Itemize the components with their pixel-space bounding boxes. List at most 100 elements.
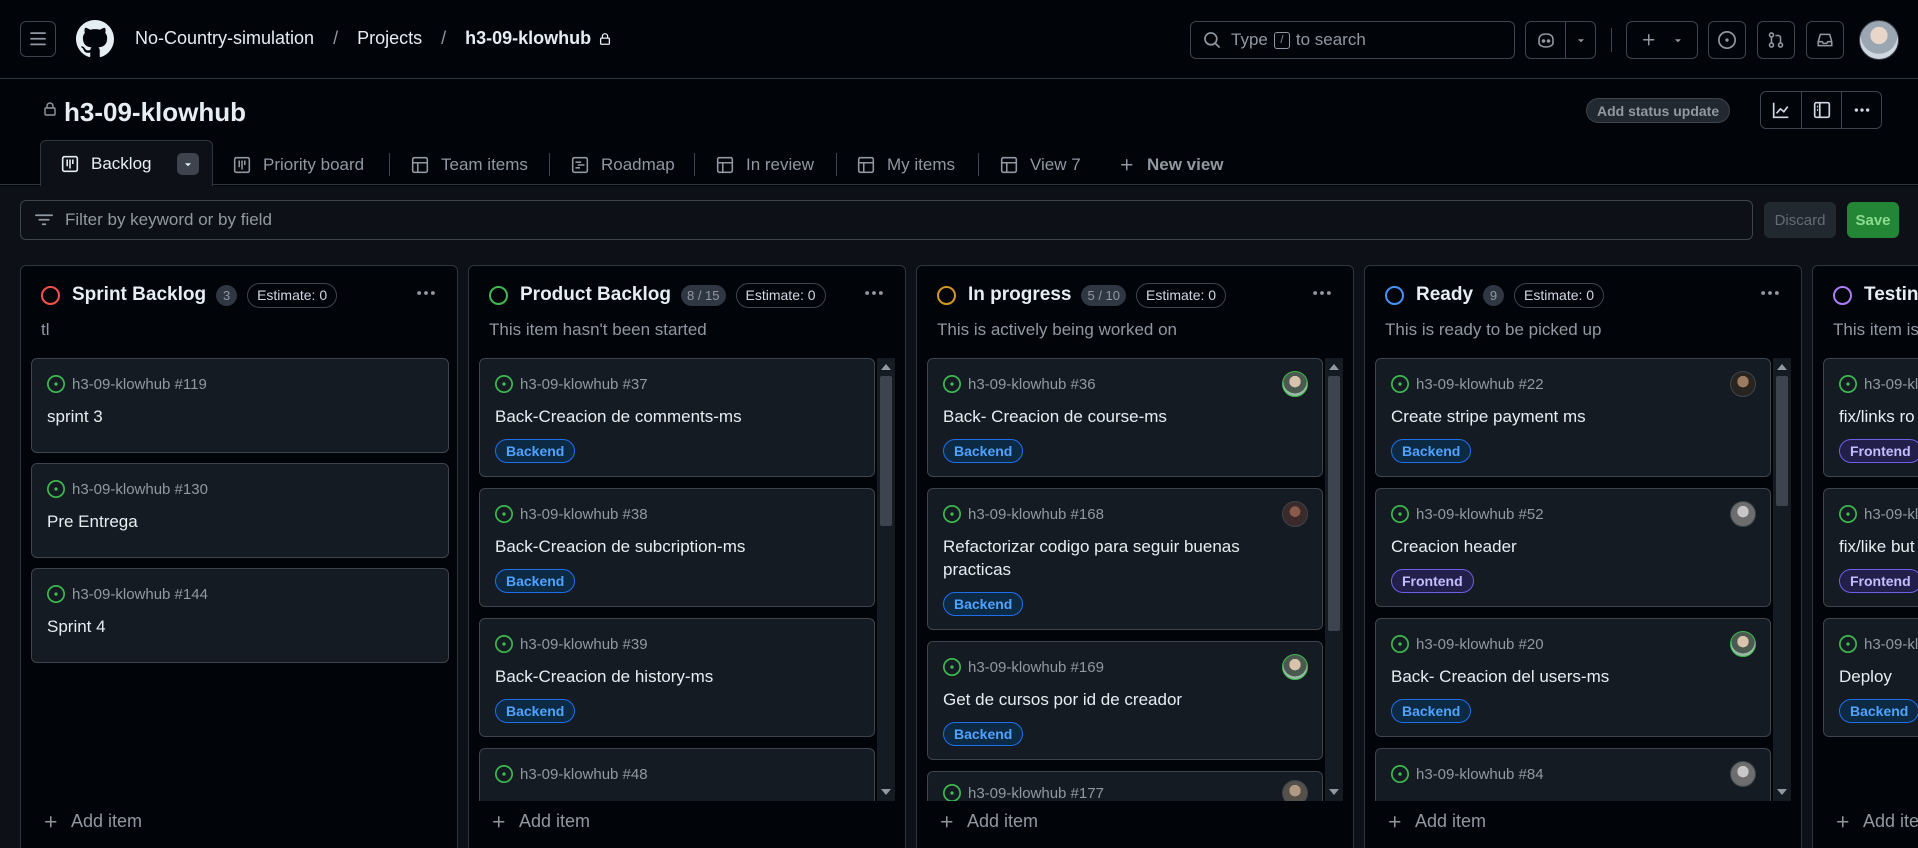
assignee-avatar[interactable] (1282, 780, 1308, 801)
tab-backlog[interactable]: Backlog (40, 140, 213, 186)
kebab-horizontal-icon[interactable] (415, 282, 437, 304)
issue-title[interactable]: sprint 3 (47, 405, 377, 428)
scroll-down-arrow-icon[interactable] (881, 789, 891, 795)
issue-title[interactable]: Back-Creacion de history-ms (495, 665, 825, 688)
issue-card[interactable]: h3-09-klowhub #168 Refactorizar codigo p… (927, 488, 1323, 630)
issue-title[interactable]: Pre Entrega (47, 510, 377, 533)
save-button[interactable]: Save (1847, 202, 1899, 238)
tab-my-items[interactable]: My items (857, 146, 955, 183)
tab-roadmap[interactable]: Roadmap (571, 146, 675, 183)
issue-title[interactable]: Creacion header (1391, 535, 1721, 558)
assignee-avatar[interactable] (1730, 501, 1756, 527)
scroll-down-arrow-icon[interactable] (1777, 789, 1787, 795)
github-logo-icon[interactable] (76, 20, 114, 58)
kebab-horizontal-icon[interactable] (863, 282, 885, 304)
issue-title[interactable]: Get de cursos por id de creador (943, 688, 1273, 711)
issue-card[interactable]: h3-09-klowhub #20 Back- Creacion del use… (1375, 618, 1771, 737)
scroll-down-arrow-icon[interactable] (1329, 789, 1339, 795)
scroll-up-arrow-icon[interactable] (1329, 364, 1339, 370)
scrollbar-thumb[interactable] (1328, 376, 1340, 631)
label-badge[interactable]: Backend (943, 722, 1024, 746)
issue-title[interactable]: Refactorizar codigo para seguir buenas p… (943, 535, 1273, 581)
kebab-horizontal-icon[interactable] (1311, 282, 1333, 304)
label-badge[interactable]: Backend (495, 699, 576, 723)
column-scrollbar[interactable] (1325, 358, 1343, 801)
label-badge[interactable]: Frontend (1839, 439, 1918, 463)
more-options-button[interactable] (1841, 92, 1881, 128)
tab-in-review[interactable]: In review (716, 146, 814, 183)
label-badge[interactable]: Backend (495, 439, 576, 463)
issue-title[interactable]: fix/like but (1839, 535, 1918, 558)
scroll-up-arrow-icon[interactable] (881, 364, 891, 370)
issue-card[interactable]: h3-09-klowhub #177 (927, 771, 1323, 801)
issue-card[interactable]: h3-09-klowhub #38 Back-Creacion de subcr… (479, 488, 875, 607)
breadcrumb-org[interactable]: No-Country-simulation (135, 28, 314, 49)
scroll-up-arrow-icon[interactable] (1777, 364, 1787, 370)
label-badge[interactable]: Frontend (1839, 569, 1918, 593)
add-item-button[interactable]: Add item (939, 811, 1038, 832)
side-panel-button[interactable] (1801, 92, 1841, 128)
issue-card[interactable]: h3-09-klowhub #48 (479, 748, 875, 801)
assignee-avatar[interactable] (1282, 501, 1308, 527)
tab-view-7[interactable]: View 7 (1000, 146, 1081, 183)
issue-card[interactable]: h3-09-klowhub #37 Back-Creacion de comme… (479, 358, 875, 477)
issue-card[interactable]: h3-09-klowhub #169 Get de cursos por id … (927, 641, 1323, 760)
tab-priority-board[interactable]: Priority board (233, 146, 364, 183)
column-scrollbar[interactable] (877, 358, 895, 801)
label-badge[interactable]: Frontend (1391, 569, 1474, 593)
issue-card[interactable]: h3-09-klowhub #144 Sprint 4 (31, 568, 449, 663)
issue-card[interactable]: h3-09-klowhub #22 Create stripe payment … (1375, 358, 1771, 477)
assignee-avatar[interactable] (1730, 761, 1756, 787)
issue-card[interactable]: h3-09-klowhub #84 (1375, 748, 1771, 801)
scrollbar-thumb[interactable] (1776, 376, 1788, 506)
assignee-avatar[interactable] (1282, 654, 1308, 680)
insights-button[interactable] (1761, 92, 1801, 128)
tab-options-button[interactable] (177, 152, 200, 175)
new-view-button[interactable]: New view (1119, 146, 1224, 183)
scrollbar-thumb[interactable] (880, 376, 892, 526)
label-badge[interactable]: Backend (943, 592, 1024, 616)
issue-title[interactable]: Back- Creacion de course-ms (943, 405, 1273, 428)
issues-button[interactable] (1708, 21, 1746, 59)
pull-requests-button[interactable] (1757, 21, 1795, 59)
issue-card[interactable]: h3-09-kl fix/links ro Frontend (1823, 358, 1918, 477)
issue-card[interactable]: h3-09-klowhub #130 Pre Entrega (31, 463, 449, 558)
add-item-button[interactable]: Add item (1387, 811, 1486, 832)
breadcrumb-project[interactable]: h3-09-klowhub (465, 28, 591, 49)
issue-card[interactable]: h3-09-kl fix/like but Frontend (1823, 488, 1918, 607)
label-badge[interactable]: Backend (1839, 699, 1918, 723)
copilot-button[interactable] (1526, 22, 1565, 58)
label-badge[interactable]: Backend (1391, 699, 1472, 723)
issue-title[interactable]: Sprint 4 (47, 615, 377, 638)
issue-title[interactable]: Deploy (1839, 665, 1918, 688)
assignee-avatar[interactable] (1730, 371, 1756, 397)
issue-title[interactable]: Back-Creacion de comments-ms (495, 405, 825, 428)
issue-title[interactable]: Create stripe payment ms (1391, 405, 1721, 428)
discard-button[interactable]: Discard (1764, 202, 1836, 238)
assignee-avatar[interactable] (1730, 631, 1756, 657)
add-item-button[interactable]: Add ite (1835, 811, 1918, 832)
issue-card[interactable]: h3-09-kl Deploy Backend (1823, 618, 1918, 737)
label-badge[interactable]: Backend (495, 569, 576, 593)
copilot-menu-button[interactable] (1565, 22, 1595, 58)
add-item-button[interactable]: Add item (43, 811, 142, 832)
issue-title[interactable]: fix/links ro (1839, 405, 1918, 428)
inbox-button[interactable] (1806, 21, 1844, 59)
add-status-update-button[interactable]: Add status update (1586, 98, 1731, 123)
assignee-avatar[interactable] (1282, 371, 1308, 397)
issue-card[interactable]: h3-09-klowhub #119 sprint 3 (31, 358, 449, 453)
create-new-button[interactable] (1626, 21, 1698, 59)
project-title[interactable]: h3-09-klowhub (64, 97, 246, 128)
issue-title[interactable]: Back-Creacion de subcription-ms (495, 535, 825, 558)
label-badge[interactable]: Backend (943, 439, 1024, 463)
issue-card[interactable]: h3-09-klowhub #52 Creacion header Fronte… (1375, 488, 1771, 607)
issue-title[interactable]: Back- Creacion del users-ms (1391, 665, 1721, 688)
search-input[interactable]: Type / to search (1190, 21, 1515, 59)
user-avatar[interactable] (1859, 20, 1899, 60)
issue-card[interactable]: h3-09-klowhub #36 Back- Creacion de cour… (927, 358, 1323, 477)
menu-button[interactable] (20, 21, 56, 57)
label-badge[interactable]: Backend (1391, 439, 1472, 463)
filter-input[interactable]: Filter by keyword or by field (20, 200, 1753, 240)
breadcrumb-projects[interactable]: Projects (357, 28, 422, 49)
tab-team-items[interactable]: Team items (411, 146, 528, 183)
